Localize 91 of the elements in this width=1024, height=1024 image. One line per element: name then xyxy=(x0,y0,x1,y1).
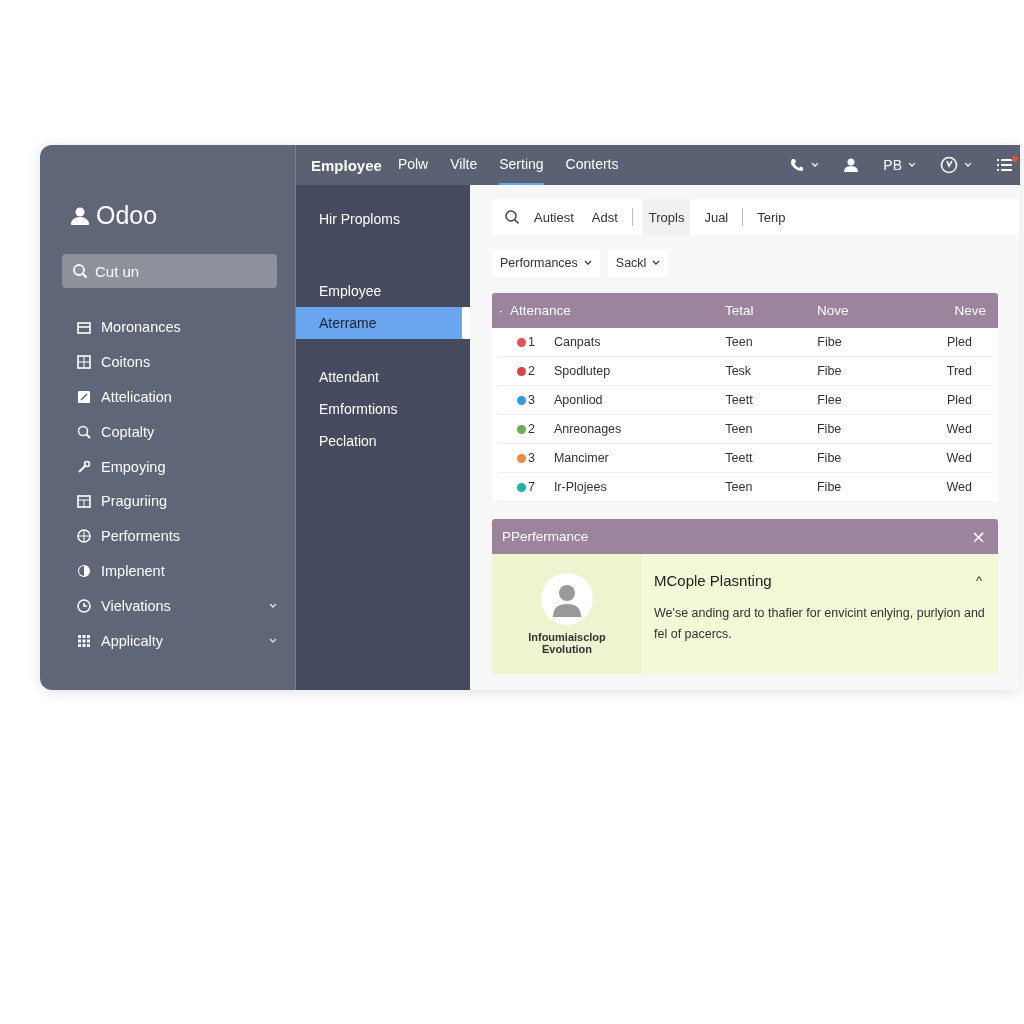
sidebar-item[interactable]: Praguriing xyxy=(62,484,277,519)
search-facet[interactable]: Autiest xyxy=(530,199,578,235)
table-cell-text: Aponliod xyxy=(553,393,604,407)
table-cell-text: Pled xyxy=(946,335,973,349)
profile-caption: Infoumiaisclop Evolution xyxy=(527,631,607,655)
submenu-item[interactable]: Attendant xyxy=(296,361,470,393)
chevron-down-icon xyxy=(811,162,820,168)
table-cell-text: Ir-Plojees xyxy=(553,480,608,494)
collapse-button[interactable]: ^ xyxy=(971,573,986,588)
table-cell-text: Teett xyxy=(725,451,754,465)
nav-tab[interactable]: Vilte xyxy=(450,145,478,185)
row-number: 2 xyxy=(528,364,535,378)
search-icon xyxy=(504,209,520,225)
apps-icon xyxy=(76,632,92,649)
row-number: 3 xyxy=(528,393,535,407)
sidebar-item[interactable]: Empoying xyxy=(62,449,277,484)
search-facet[interactable]: Tropls xyxy=(642,199,691,235)
section-heading: MCople Plasnting xyxy=(654,572,772,589)
row-number: 3 xyxy=(528,451,535,465)
table-cell-text: Tesk xyxy=(725,364,753,378)
search-field[interactable]: Cut un xyxy=(62,254,277,288)
table-cell-text: Fibe xyxy=(816,422,843,436)
column-header: Neve xyxy=(953,303,987,318)
calendar-icon xyxy=(76,493,92,510)
chevron-down-icon xyxy=(583,260,592,266)
row-number: 2 xyxy=(528,422,535,436)
sidebar-item[interactable]: Vielvations xyxy=(62,588,277,624)
table-cell-text: Fibe xyxy=(817,364,843,378)
table-cell-text: Wed xyxy=(946,451,973,465)
nav-tab[interactable]: Conterts xyxy=(565,145,619,185)
table-cell-text: Tred xyxy=(946,364,973,378)
filter-dropdown[interactable]: Sackl xyxy=(607,249,669,277)
table-cell-text: Fibe xyxy=(816,480,843,494)
row-number: 1 xyxy=(528,335,535,349)
submenu-item[interactable]: Peclation xyxy=(296,425,470,457)
nav-tab[interactable]: Polw xyxy=(397,145,429,185)
column-header: Tetal xyxy=(725,303,755,318)
table-cell-text: Teett xyxy=(725,393,754,407)
edit-icon xyxy=(76,389,92,405)
column-header: Attenance xyxy=(510,303,572,318)
search-facet[interactable]: Jual xyxy=(700,199,733,235)
submenu-item[interactable]: Emformtions xyxy=(296,393,470,425)
list-icon xyxy=(996,156,1018,174)
phone-menu[interactable] xyxy=(789,157,820,173)
column-header: Nove xyxy=(817,303,850,318)
phone-icon xyxy=(789,157,806,173)
row-number: 7 xyxy=(528,480,535,494)
search-icon xyxy=(76,423,92,440)
grid-icon xyxy=(76,354,92,371)
panel-title: PPerfermance xyxy=(502,529,589,544)
sidebar-item[interactable]: Implenent xyxy=(62,553,277,589)
table-cell-text: Teen xyxy=(725,480,754,494)
table-cell-text: Wed xyxy=(946,480,973,494)
table-cell-text: Mancimer xyxy=(553,451,610,465)
table-cell-text: Spodlutep xyxy=(553,364,612,378)
sidebar-item[interactable]: Attelication xyxy=(62,379,277,415)
chevron-down-icon xyxy=(908,162,916,168)
user-icon xyxy=(70,205,90,226)
app-title: Employee xyxy=(311,155,382,176)
search-bar[interactable]: Autiest Adst Tropls Jual Terip xyxy=(492,199,1020,235)
sidebar-item[interactable]: Performents xyxy=(62,518,277,554)
sidebar-item[interactable]: Moronances xyxy=(62,310,277,345)
table-cell-text: Canpats xyxy=(553,335,602,349)
table-cell-text: Teen xyxy=(725,335,754,349)
table-cell-text: Flee xyxy=(817,393,843,407)
search-facet[interactable]: Terip xyxy=(753,199,790,235)
avatar-icon xyxy=(541,573,593,625)
folder-icon xyxy=(76,319,92,336)
table-cell-text: Anreonages xyxy=(553,422,623,436)
description-text: We'se anding ard to thafier for envicint enlying, purlyion and fel of pacercs. xyxy=(654,605,986,643)
chevron-down-icon xyxy=(652,260,661,266)
submenu-item[interactable]: Aterrame xyxy=(296,307,470,339)
chevron-down-icon xyxy=(964,162,972,168)
user-icon xyxy=(843,157,860,173)
sidebar-item[interactable]: Coptalty xyxy=(62,414,277,450)
app-logo-text: Odoo xyxy=(96,201,158,230)
search-facet[interactable]: Adst xyxy=(587,199,622,235)
sidebar-item[interactable]: Coitons xyxy=(62,344,277,380)
filter-dropdown[interactable]: Performances xyxy=(492,249,600,277)
table-cell-text: Pled xyxy=(946,393,973,407)
submenu-item[interactable]: Employee xyxy=(296,275,470,307)
sidebar-item[interactable]: Applicalty xyxy=(62,623,277,658)
submenu-item[interactable]: Hir Proploms xyxy=(296,203,470,235)
table-cell-text: Teen xyxy=(725,422,754,436)
table-cell-text: Wed xyxy=(946,422,973,436)
close-button[interactable]: × xyxy=(968,526,988,547)
table-cell-text: Fibe xyxy=(817,335,843,349)
activity-menu[interactable] xyxy=(940,156,972,174)
table-cell-text: Fibe xyxy=(816,451,843,465)
user-menu[interactable]: PB xyxy=(883,157,916,173)
header-marker: · xyxy=(497,303,505,318)
